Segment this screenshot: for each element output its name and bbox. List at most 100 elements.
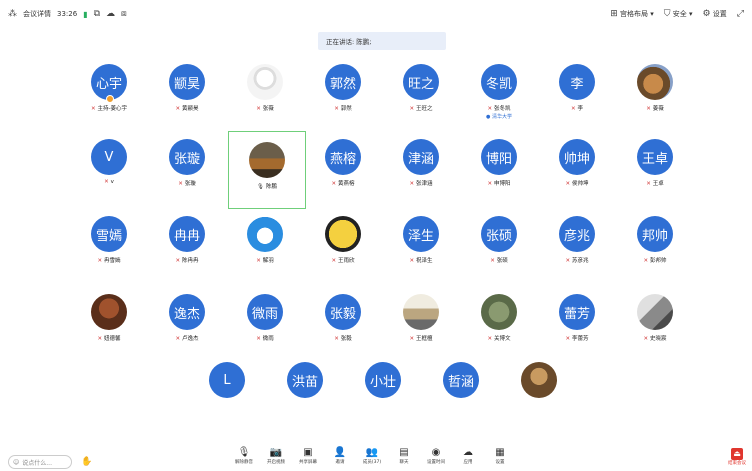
participant-tile[interactable]: 冬凯 ✕ 张冬凯 ● 清华大学: [463, 58, 535, 130]
leave-button[interactable]: ⏏ 结束会议: [728, 448, 746, 470]
avatar: 张璇: [169, 139, 205, 175]
participant-name: ✕ 关博文: [487, 336, 511, 342]
chat-input[interactable]: ☺ 说点什么...: [8, 455, 72, 469]
mic-muted-icon: ✕: [409, 106, 415, 112]
participant-name: ✕ 微雨: [256, 336, 274, 342]
raise-hand-icon[interactable]: ✋: [80, 455, 94, 469]
screen-share-button[interactable]: ▣ 共享屏幕: [294, 446, 322, 471]
settings-button[interactable]: ▦ 设置: [486, 446, 514, 471]
participant-tile[interactable]: L: [191, 356, 263, 428]
apps-button[interactable]: ☁ 应用: [454, 446, 482, 471]
participant-name: ✕ 郭然: [334, 106, 352, 112]
participant-tile[interactable]: 哲涵: [425, 356, 497, 428]
participant-tile[interactable]: 张毅 ✕ 张毅: [307, 288, 379, 360]
mic-muted-icon: ✕: [565, 181, 571, 187]
participant-name: ✕ 祝泽生: [409, 258, 433, 264]
participant-tile[interactable]: 彦兆 ✕ 苏彦兆: [541, 210, 613, 282]
fullscreen-icon[interactable]: ⤢: [737, 9, 744, 19]
invite-button[interactable]: 👤 邀请: [326, 446, 354, 471]
layout-button[interactable]: ⊞ 宫格布局 ▾: [610, 9, 654, 19]
participant-tile[interactable]: 蕾芳 ✕ 李蕾芳: [541, 288, 613, 360]
participant-name: ✕ 主持-姜心宇: [90, 106, 128, 112]
participant-name: ✕ 申博阳: [487, 181, 511, 187]
mic-muted-icon: ✕: [175, 106, 181, 112]
participant-tile[interactable]: ✕ 王雨欣: [307, 210, 379, 282]
toolbar-label: 成员(37): [362, 460, 382, 465]
meeting-info-link[interactable]: 会议详情: [23, 9, 51, 19]
chat-placeholder: 说点什么...: [22, 459, 52, 467]
avatar: 燕榕: [325, 139, 361, 175]
participant-name: ✕ 卢逸杰: [175, 336, 199, 342]
avatar: [403, 294, 439, 330]
participant-tile[interactable]: V ✕ v: [73, 133, 145, 205]
participant-tile[interactable]: 颛昊 ✕ 黄颛昊: [151, 58, 223, 130]
participant-tile[interactable]: 旺之 ✕ 王旺之: [385, 58, 457, 130]
top-bar: ⁂ 会议详情 33:26 ▮ ⧉ ☁ ⧈ ⊞ 宫格布局 ▾ ⛉ 安全 ▾ ⚙ 设…: [0, 0, 752, 28]
avatar: 哲涵: [443, 362, 479, 398]
emoji-icon[interactable]: ☺: [13, 459, 19, 466]
participant-tile[interactable]: 心宇 ✕ 主持-姜心宇: [73, 58, 145, 130]
toolbar-label: 解除静音: [235, 460, 253, 465]
security-button[interactable]: ⛉ 安全 ▾: [664, 9, 693, 19]
mic-muted-icon: ✕: [334, 106, 339, 112]
popout-icon[interactable]: ⧉: [94, 9, 100, 19]
avatar: 冬凯: [481, 64, 517, 100]
screen-share-icon: ▣: [303, 447, 313, 458]
mic-muted-icon: ✕: [97, 258, 103, 264]
participant-tile[interactable]: 冉冉 ✕ 陈冉冉: [151, 210, 223, 282]
avatar: V: [91, 139, 127, 175]
mic-muted-icon: ✕: [643, 336, 649, 342]
participant-tile[interactable]: 雪嫣 ✕ 冉雪嫣: [73, 210, 145, 282]
share-icon[interactable]: ⧈: [121, 9, 127, 19]
participant-tile[interactable]: ✕ 张薇: [229, 58, 301, 130]
participant-tile[interactable]: ✕ 姜薇: [619, 58, 691, 130]
participant-tile[interactable]: ✕ 史晓宸: [619, 288, 691, 360]
participant-tile[interactable]: 张璇 ✕ 张璇: [151, 133, 223, 205]
participant-tile[interactable]: 津涵 ✕ 张津涵: [385, 133, 457, 205]
record-icon: ◉: [431, 447, 441, 458]
avatar: 小壮: [365, 362, 401, 398]
settings-button[interactable]: ⚙ 设置: [702, 9, 726, 19]
participant-tile[interactable]: 张硕 ✕ 张硕: [463, 210, 535, 282]
participant-tile[interactable]: 帅坤 ✕ 侯帅坤: [541, 133, 613, 205]
toolbar-label: 共享屏幕: [299, 460, 317, 465]
participant-tile[interactable]: ✕ 解羽: [229, 210, 301, 282]
apps-icon: ☁: [463, 447, 473, 458]
participant-name: ✕ 张冬凯: [487, 106, 511, 112]
avatar: 李: [559, 64, 595, 100]
avatar: 帅坤: [559, 139, 595, 175]
network-icon[interactable]: ☁: [106, 9, 115, 19]
participant-tile[interactable]: 博阳 ✕ 申博阳: [463, 133, 535, 205]
participant-tile[interactable]: 小壮: [347, 356, 419, 428]
camera-button[interactable]: 📷 开启视频: [262, 446, 290, 471]
participant-tile[interactable]: 逸杰 ✕ 卢逸杰: [151, 288, 223, 360]
participant-name: ✕ 张薇: [256, 106, 274, 112]
mic-button[interactable]: 🎙 解除静音: [230, 446, 258, 471]
participant-tile[interactable]: 微雨 ✕ 微雨: [229, 288, 301, 360]
participant-name: ✕ 黄燕榕: [331, 181, 355, 187]
participant-tile[interactable]: ✕ 妞德馨: [73, 288, 145, 360]
participant-name: ✕ v: [104, 179, 114, 185]
record-button[interactable]: ◉ 设置时间: [422, 446, 450, 471]
members-button[interactable]: 👥 成员(37): [358, 446, 386, 471]
participant-tile[interactable]: 泽生 ✕ 祝泽生: [385, 210, 457, 282]
participant-tile[interactable]: 郭然 ✕ 郭然: [307, 58, 379, 130]
participant-tile[interactable]: 🎙 陈鹏: [228, 131, 306, 209]
chat-button[interactable]: ▤ 聊天: [390, 446, 418, 471]
mic-muted-icon: ✕: [334, 336, 339, 342]
meeting-logo-icon: ⁂: [8, 9, 17, 19]
participant-tile[interactable]: [503, 356, 575, 428]
participant-tile[interactable]: 洪苗: [269, 356, 341, 428]
mic-muted-icon: ✕: [256, 106, 261, 112]
participant-name: ✕ 王雨欣: [331, 258, 355, 264]
participant-tile[interactable]: ✕ 关博文: [463, 288, 535, 360]
participant-tile[interactable]: 王卓 ✕ 王卓: [619, 133, 691, 205]
participant-tile[interactable]: 邦帅 ✕ 彭邦帅: [619, 210, 691, 282]
participant-tile[interactable]: ✕ 王框檀: [385, 288, 457, 360]
participant-name: ✕ 解羽: [256, 258, 274, 264]
invite-icon: 👤: [333, 447, 347, 458]
avatar: 王卓: [637, 139, 673, 175]
participant-name: ✕ 张毅: [334, 336, 352, 342]
participant-tile[interactable]: 李 ✕ 李: [541, 58, 613, 130]
participant-tile[interactable]: 燕榕 ✕ 黄燕榕: [307, 133, 379, 205]
